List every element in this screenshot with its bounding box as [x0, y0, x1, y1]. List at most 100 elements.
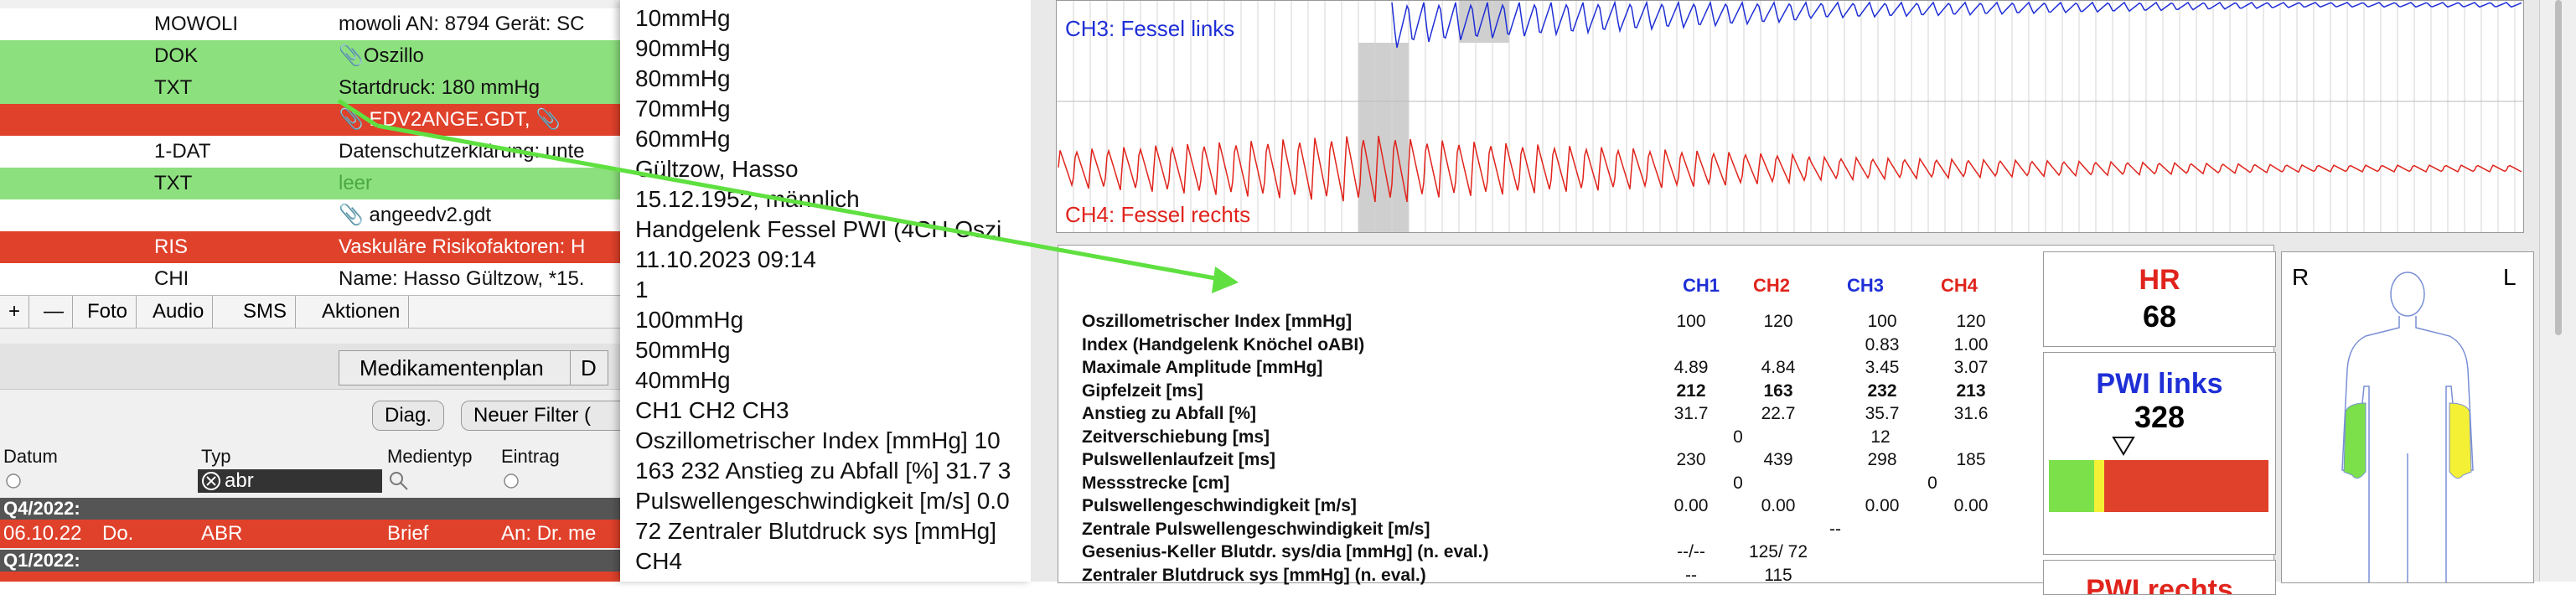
eintrag-filter-radio[interactable]	[503, 469, 520, 493]
result-value: 1.00	[1953, 334, 1989, 354]
table-row[interactable]: 06.10.22 Do. ABR Brief An: Dr. me	[0, 520, 620, 548]
result-value: 3.45	[1865, 358, 1900, 377]
channel-header: CH4	[1941, 275, 1979, 296]
result-value: 4.89	[1673, 358, 1709, 377]
scrollbar-thumb[interactable]	[2555, 0, 2562, 335]
aktionen-button[interactable]: Aktionen	[313, 296, 410, 328]
result-value: 298	[1867, 450, 1897, 469]
pwi-links-box: PWI links 328	[2043, 352, 2276, 555]
result-value: 31.6	[1953, 404, 1989, 423]
record-content: mowoli AN: 8794 Gerät: SC	[339, 13, 585, 35]
preview-text-line: 15.12.1952, männlich	[635, 186, 860, 212]
ch3-label: CH3: Fessel links	[1065, 16, 1235, 41]
result-label: Index (Handgelenk Knöchel oABI)	[1082, 334, 1365, 354]
result-label: Messstrecke [cm]	[1082, 473, 1230, 493]
waveform-chart: CH3: Fessel links CH4: Fessel rechts	[1056, 0, 2524, 233]
record-row[interactable]: RIS Vaskuläre Risikofaktoren: H	[0, 231, 620, 263]
record-row[interactable]: DOK 📎Oszillo	[0, 40, 620, 72]
remove-button[interactable]: —	[35, 296, 73, 328]
result-value: 185	[1956, 450, 1986, 469]
group-header: Q1/2022:	[0, 550, 620, 572]
ch4-label: CH4: Fessel rechts	[1065, 202, 1251, 227]
record-type: DOK	[154, 44, 199, 67]
channel-header: CH1	[1683, 275, 1720, 296]
result-value: 100	[1676, 312, 1706, 331]
result-label: Gesenius-Keller Blutdr. sys/dia [mmHg] (…	[1082, 542, 1489, 561]
record-type: TXT	[154, 172, 193, 194]
preview-text-line: Handgelenk Fessel PWI (4CH Oszi	[635, 216, 1002, 242]
result-value: 0.00	[1761, 496, 1796, 515]
vertical-scrollbar[interactable]	[2539, 0, 2576, 582]
record-row[interactable]: TXT leer	[0, 168, 620, 199]
record-row[interactable]: MOWOLI mowoli AN: 8794 Gerät: SC	[0, 8, 620, 40]
record-content: Datenschutzerklärung: unte	[339, 140, 585, 163]
record-content: Name: Hasso Gültzow, *15.	[339, 267, 585, 290]
record-content: Startdruck: 180 mmHg	[339, 76, 541, 99]
tab-medikamentenplan[interactable]: Medikamentenplan	[360, 351, 544, 385]
pwi-marker-icon	[2111, 435, 2136, 461]
result-value: 0.00	[1673, 496, 1709, 515]
preview-text-line: Oszillometrischer Index [mmHg] 10	[635, 427, 1001, 453]
neuer-filter-button[interactable]: Neuer Filter (	[461, 401, 620, 431]
result-value: 212	[1676, 380, 1706, 401]
pwi-rechts-box: PWI rechts	[2043, 560, 2276, 595]
add-button[interactable]: +	[0, 296, 30, 328]
tab-d[interactable]: D	[570, 351, 597, 385]
result-label: Pulswellengeschwindigkeit [m/s]	[1082, 496, 1357, 515]
result-label: Zentrale Pulswellengeschwindigkeit [m/s]	[1082, 519, 1430, 539]
result-value: 3.07	[1953, 358, 1989, 377]
channel-header: CH3	[1847, 275, 1885, 296]
column-header-datum[interactable]: Datum	[3, 446, 58, 468]
ch4-waveform	[1058, 135, 2522, 203]
record-row[interactable]: CHI Name: Hasso Gültzow, *15.	[0, 263, 620, 295]
record-row[interactable]: 📎 EDV2ANGE.GDT, 📎	[0, 104, 620, 136]
ch3-waveform	[1391, 0, 2522, 48]
result-value: 163	[1763, 380, 1793, 401]
preview-text-line: 163 232 Anstieg zu Abfall [%] 31.7 3	[635, 458, 1011, 484]
record-row[interactable]: 📎 angeedv2.gdt	[0, 199, 620, 231]
audio-button[interactable]: Audio	[144, 296, 214, 328]
column-header-typ[interactable]: Typ	[201, 446, 230, 468]
clear-filter-icon[interactable]	[201, 471, 221, 497]
preview-text-line: 40mmHg	[635, 367, 731, 393]
result-value: 120	[1956, 312, 1986, 331]
hr-box: HR 68	[2043, 251, 2276, 347]
result-label: Anstieg zu Abfall [%]	[1082, 404, 1257, 423]
typ-filter-input[interactable]: abr	[198, 469, 382, 493]
preview-text-line: Gültzow, Hasso	[635, 156, 799, 182]
record-type: CHI	[154, 267, 189, 290]
pwi-links-label: PWI links	[2096, 368, 2223, 400]
record-row[interactable]: TXT Startdruck: 180 mmHg	[0, 72, 620, 104]
result-value: 100	[1867, 312, 1897, 331]
preview-text-line: 1	[635, 277, 649, 303]
record-content: 📎Oszillo	[339, 44, 424, 67]
preview-text-line: 72 Zentraler Blutdruck sys [mmHg]	[635, 518, 997, 544]
result-value: 232	[1867, 380, 1897, 401]
preview-text-line: 100mmHg	[635, 307, 744, 333]
result-label: Oszillometrischer Index [mmHg]	[1082, 312, 1353, 331]
preview-text-line: 50mmHg	[635, 337, 731, 363]
column-header-eintrag[interactable]: Eintrag	[501, 446, 560, 468]
result-label: Gipfelzeit [ms]	[1082, 380, 1203, 401]
result-value: 35.7	[1865, 404, 1900, 423]
result-value: 115	[1764, 565, 1792, 585]
patient-record-panel: MOWOLI mowoli AN: 8794 Gerät: SC DOK 📎Oszil…	[0, 0, 620, 582]
result-value: 4.84	[1761, 358, 1796, 377]
result-value: 0	[1733, 473, 1743, 493]
result-value: 439	[1763, 450, 1793, 469]
hr-label: HR	[2139, 264, 2180, 296]
pwi-rechts-label: PWI rechts	[2086, 574, 2233, 595]
sms-button[interactable]: SMS	[235, 296, 297, 328]
table-row[interactable]	[0, 572, 620, 582]
waveform-svg	[1057, 0, 2523, 232]
search-icon[interactable]	[387, 469, 412, 493]
result-value: 230	[1676, 450, 1706, 469]
foto-button[interactable]: Foto	[79, 296, 137, 328]
datum-filter-radio[interactable]	[5, 469, 22, 493]
record-row[interactable]: 1-DAT Datenschutzerklärung: unte	[0, 136, 620, 168]
result-value: 12	[1870, 427, 1891, 447]
diag-button[interactable]: Diag.	[372, 401, 445, 431]
result-value: 31.7	[1673, 404, 1709, 423]
column-header-medientyp[interactable]: Medientyp	[387, 446, 473, 468]
record-type: 1-DAT	[154, 140, 211, 163]
